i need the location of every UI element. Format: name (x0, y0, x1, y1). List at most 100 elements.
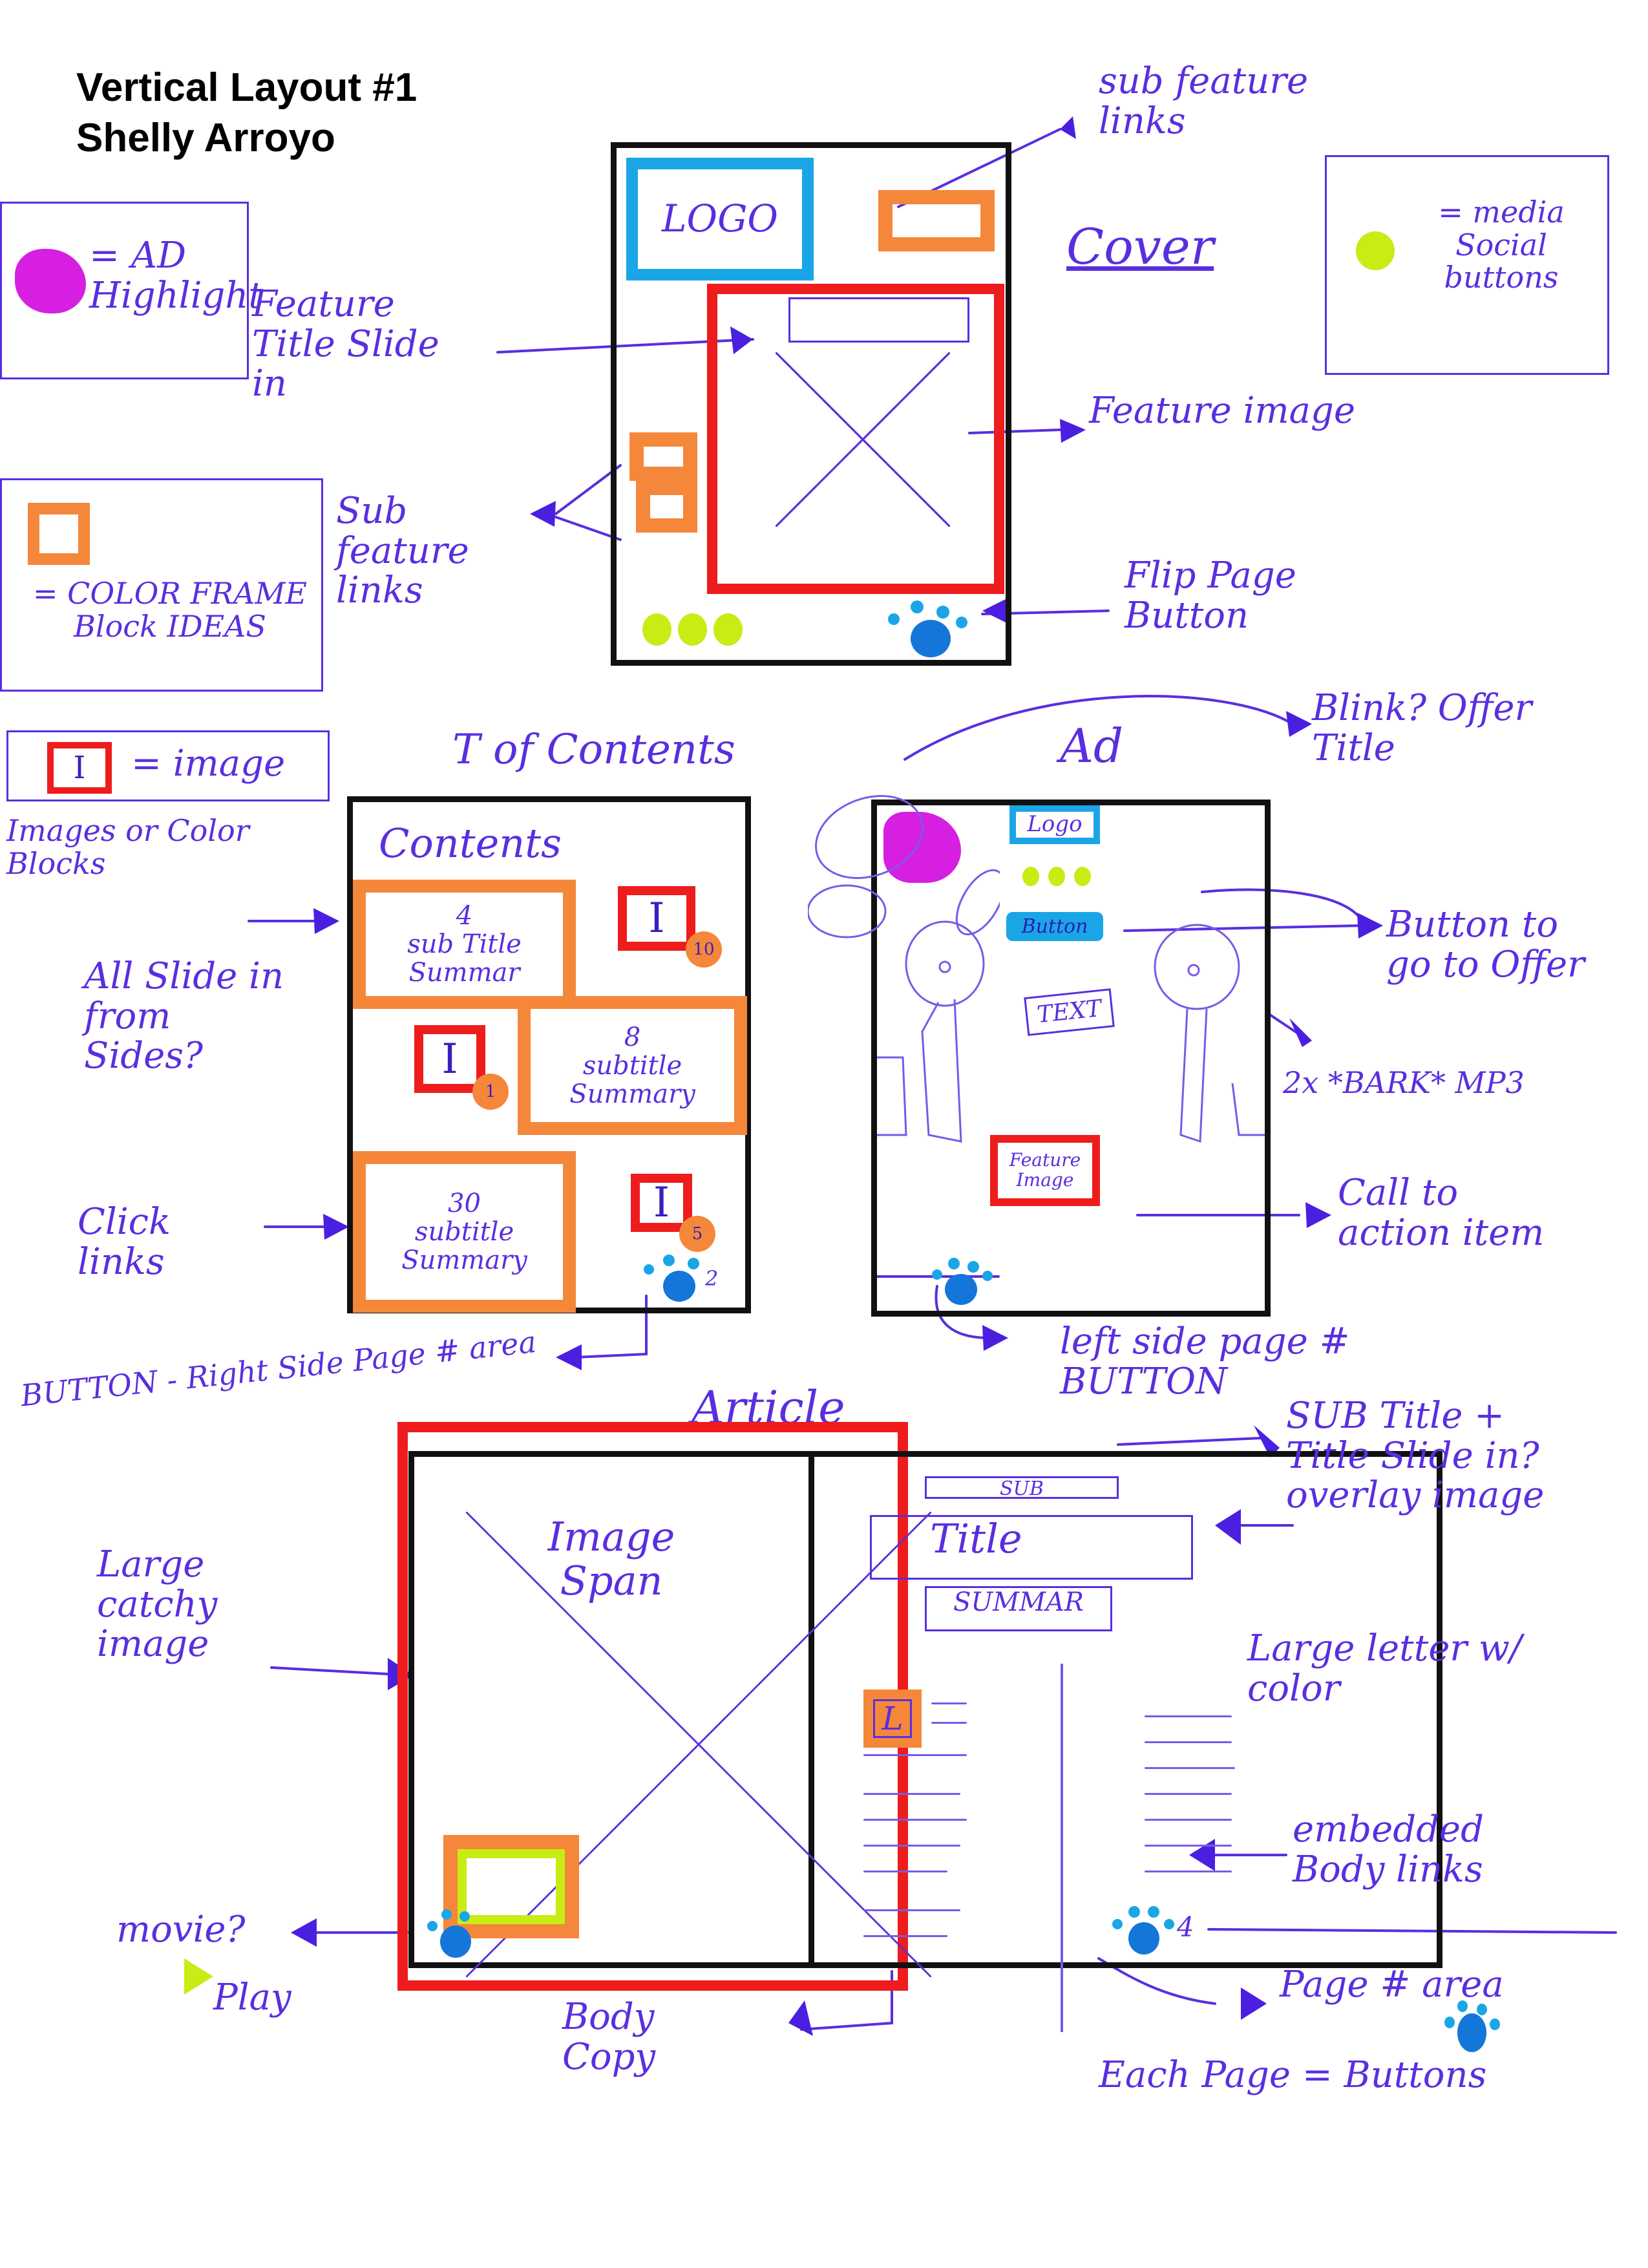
annotation-body-copy: Body Copy (562, 1996, 656, 2078)
toc-badge-3: 5 (679, 1216, 715, 1252)
legend-images-note: Images or Color Blocks (6, 813, 249, 881)
annotation-embedded-links: embedded Body links (1293, 1808, 1484, 1891)
toc-badge-1: 10 (686, 931, 722, 968)
toc-page: Contents 4 sub Title Summar I 10 I 1 8 sub… (347, 796, 751, 1313)
legend-image: I = image (6, 730, 330, 801)
cover-page: LOGO (611, 142, 1011, 666)
toc-image-1[interactable]: I (618, 886, 695, 951)
toc-entry-2[interactable]: 8 subtitle Summary (518, 996, 747, 1135)
annotation-sub-title-slide: SUB Title + Title Slide in? overlay imag… (1286, 1395, 1545, 1517)
annotation-toc-button-area: BUTTON - Right Side Page # area (19, 1324, 538, 1414)
social-dot-icon (1356, 231, 1395, 270)
legend-color-frame: = COLOR FRAME Block IDEAS (0, 478, 323, 692)
arrowhead-feature-image (1060, 419, 1086, 443)
ad-page-button[interactable] (932, 1258, 997, 1309)
article-sub-label[interactable]: SUB (925, 1476, 1119, 1500)
ad-social-2[interactable] (1048, 867, 1065, 886)
annotation-large-catchy-image: Large catchy image (97, 1543, 218, 1666)
annotation-feature-title: Feature Title Slide in (252, 283, 439, 405)
paw-icon (1128, 1922, 1159, 1955)
annotation-flip-page: Flip Page Button (1125, 555, 1296, 637)
arrowhead-button-offer (1357, 913, 1383, 938)
toc-page-number: 2 (705, 1266, 719, 1291)
legend-image-label: = image (131, 743, 286, 785)
ad-section-label: Ad (1060, 719, 1124, 773)
legend-paw-icon (1444, 2000, 1503, 2055)
cover-logo[interactable]: LOGO (626, 158, 814, 281)
annotation-blink-offer: Blink? Offer Title (1312, 687, 1532, 769)
article-page-number: 4 (1177, 1911, 1194, 1943)
annotation-sub-feature-links-top: sub feature links (1099, 60, 1309, 142)
annotation-movie: movie? (116, 1909, 246, 1951)
paw-icon (440, 1925, 471, 1958)
annotation-left-page-button: left side page # BUTTON (1060, 1320, 1350, 1403)
arrowhead-bark (1289, 1018, 1312, 1047)
ad-logo[interactable]: Logo (1009, 805, 1100, 844)
cover-sub-feature-link-1[interactable] (629, 432, 697, 481)
magenta-splash-icon (15, 249, 86, 313)
cover-sub-feature-link-top[interactable] (878, 190, 995, 251)
author-name: Shelly Arroyo (76, 116, 335, 160)
page-title: Vertical Layout #1 (76, 65, 417, 110)
arrowhead-click-links (323, 1214, 349, 1240)
article-right-page-button[interactable]: 4 (1112, 1906, 1196, 1964)
arrowhead-cta (1305, 1202, 1331, 1228)
annotation-large-letter: Large letter w/ color (1247, 1627, 1522, 1710)
annotation-each-page-buttons: Each Page = Buttons (1099, 2054, 1487, 2096)
toc-page-button[interactable]: 2 (644, 1255, 721, 1306)
ad-social-1[interactable] (1022, 867, 1039, 886)
paw-icon (663, 1271, 695, 1302)
dog-right-doodle (1154, 924, 1265, 1143)
arrowhead-page-area (1241, 1987, 1267, 2020)
cover-section-label: Cover (1066, 218, 1214, 275)
play-icon[interactable] (184, 1958, 213, 1995)
image-placeholder-icon (776, 352, 950, 527)
annotation-slide-in: All Slide in from Sides? (84, 955, 284, 1077)
ad-text: TEXT (1024, 988, 1115, 1036)
legend-social: = media Social buttons (1325, 155, 1609, 375)
article-spread: Image Span SUB Title SUMMAR L 4 (408, 1451, 1442, 2032)
annotation-feature-image: Feature image (1089, 390, 1355, 432)
social-button-3[interactable] (713, 613, 743, 646)
legend-ad-highlight-label: = AD Highlight (89, 235, 263, 317)
annotation-call-to-action: Call to action item (1338, 1172, 1545, 1254)
arrowhead-sub-feature-top (1060, 116, 1076, 139)
annotation-button-offer: Button to go to Offer (1386, 904, 1585, 986)
annotation-page-area: Page # area (1280, 1964, 1504, 2006)
toc-entry-1[interactable]: 4 sub Title Summar (353, 880, 576, 1009)
arrowhead-slide-in (313, 908, 339, 934)
social-button-2[interactable] (678, 613, 707, 646)
connector-sub-title (1117, 1437, 1262, 1446)
toc-badge-2: 1 (472, 1074, 509, 1110)
annotation-click-links: Click links (78, 1201, 171, 1283)
article-left-page-button[interactable] (427, 1909, 485, 1961)
dog-ear-doodle-left (808, 795, 924, 938)
cover-feature-title-box[interactable] (788, 297, 969, 343)
arrowhead-blink (1286, 711, 1312, 737)
arrowhead-movie (291, 1918, 317, 1947)
annotation-sub-feature-links-left: Sub feature links (336, 490, 469, 612)
paw-icon (911, 620, 951, 657)
article-column-divider (1061, 1664, 1063, 2032)
legend-color-frame-label: = COLOR FRAME Block IDEAS (32, 576, 308, 644)
article-drop-cap: L (863, 1690, 922, 1748)
article-title[interactable]: Title (870, 1515, 1193, 1580)
article-image-span-label[interactable]: Image Span (540, 1514, 682, 1603)
image-glyph-icon: I (47, 742, 112, 794)
annotation-bark-mp3: 2x *BARK* MP3 (1283, 1065, 1525, 1100)
cover-feature-image[interactable] (707, 284, 1004, 594)
arrowhead-body-copy (788, 2000, 813, 2036)
annotation-play: Play (213, 1977, 291, 2019)
toc-heading: Contents (379, 820, 562, 867)
connector-large-image (270, 1666, 389, 1675)
orange-square-icon (28, 503, 90, 565)
ad-feature-image[interactable]: Feature Image (990, 1135, 1100, 1206)
toc-entry-3[interactable]: 30 subtitle Summary (353, 1151, 576, 1313)
connector-bark (1269, 1013, 1300, 1035)
social-button-1[interactable] (642, 613, 671, 646)
article-summary: SUMMAR (925, 1586, 1112, 1631)
flip-page-button[interactable] (888, 600, 972, 659)
cover-sub-feature-link-2[interactable] (636, 481, 697, 533)
ad-social-3[interactable] (1074, 867, 1091, 886)
arrowhead-sub-feature-left (530, 501, 556, 527)
